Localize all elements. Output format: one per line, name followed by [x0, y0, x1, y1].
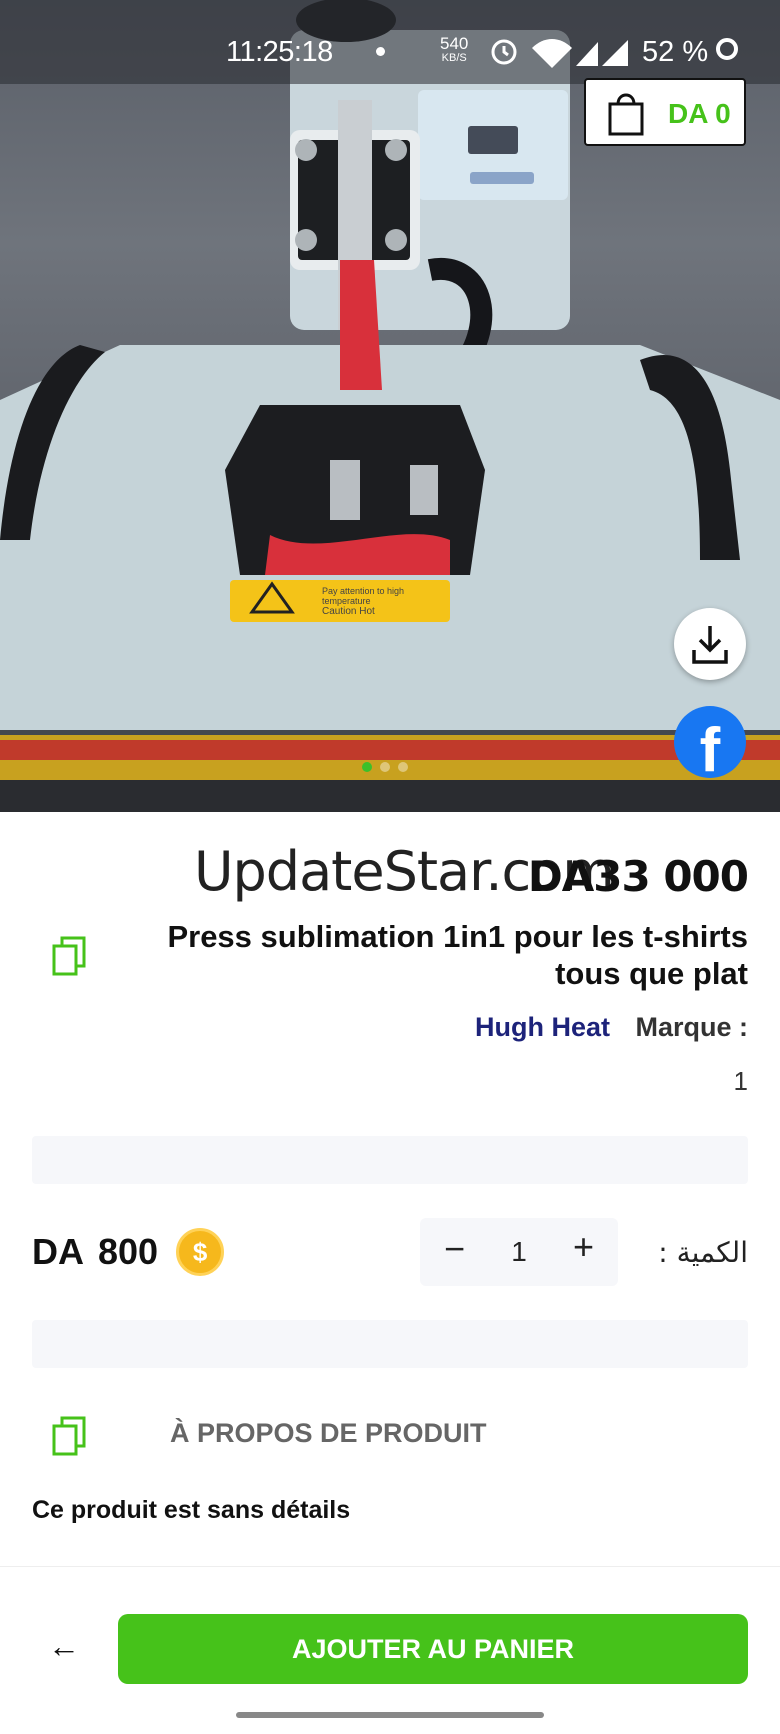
network-speed: 540 KB/S: [440, 34, 469, 66]
product-image-carousel[interactable]: Pay attention to high temperature Cautio…: [0, 0, 780, 812]
battery-icon: [716, 38, 738, 60]
network-speed-value: 540: [440, 34, 469, 53]
carousel-indicator: [362, 762, 408, 772]
quantity-stepper: − 1 +: [420, 1218, 618, 1286]
product-title: Press sublimation 1in1 pour les t-shirts…: [167, 919, 748, 991]
status-icons: [491, 39, 628, 68]
about-product-text: Ce produit est sans détails: [32, 1496, 351, 1524]
shopping-bag-icon: [608, 93, 644, 136]
coin-icon: $: [176, 1228, 225, 1276]
cart-total: DA 0: [668, 98, 731, 129]
points-amount: 800: [98, 1231, 159, 1272]
warning-label-line-2: temperature: [322, 596, 371, 606]
increase-quantity-button[interactable]: +: [573, 1226, 594, 1268]
warning-label-line-1: Pay attention to high: [322, 586, 404, 596]
product-price: DA33 000: [527, 852, 749, 901]
facebook-share-button[interactable]: f: [674, 706, 746, 785]
brand-label: Marque :: [635, 1012, 748, 1042]
copy-icon[interactable]: [50, 1414, 88, 1458]
facebook-icon: f: [699, 716, 721, 785]
points-row: DA 800 $: [32, 1228, 225, 1276]
divider-bar: [32, 1136, 748, 1184]
divider-bar: [32, 1320, 748, 1368]
stock-count: 1: [733, 1066, 748, 1096]
wifi-icon: [532, 39, 572, 68]
brand-name[interactable]: Hugh Heat: [475, 1012, 610, 1042]
points-currency: DA: [32, 1231, 84, 1272]
signal-icon: [602, 40, 628, 66]
home-indicator[interactable]: [236, 1712, 544, 1718]
carousel-dot-active[interactable]: [362, 762, 372, 772]
download-icon: [692, 626, 728, 664]
add-to-cart-button[interactable]: AJOUTER AU PANIER: [118, 1614, 748, 1684]
carousel-dot[interactable]: [380, 762, 390, 772]
alarm-icon: [491, 39, 517, 65]
notification-dot: [376, 47, 385, 56]
carousel-dot[interactable]: [398, 762, 408, 772]
status-bar: 11:25:18 540 KB/S 52 %: [0, 0, 780, 84]
battery-percent: 52 %: [642, 36, 709, 68]
brand-row: Hugh Heat Marque :: [475, 1012, 748, 1043]
network-speed-unit: KB/S: [441, 52, 467, 64]
status-time: 11:25:18: [226, 36, 333, 68]
copy-icon[interactable]: [50, 934, 88, 978]
signal-icon: [576, 42, 598, 66]
about-product-heading: À PROPOS DE PRODUIT: [170, 1418, 487, 1448]
cart-button[interactable]: DA 0: [584, 78, 746, 146]
quantity-label: الكمية :: [658, 1236, 748, 1269]
warning-label-line-3: Caution Hot: [322, 606, 375, 617]
download-button[interactable]: [674, 608, 746, 680]
back-arrow-icon[interactable]: ←: [48, 1628, 80, 1665]
